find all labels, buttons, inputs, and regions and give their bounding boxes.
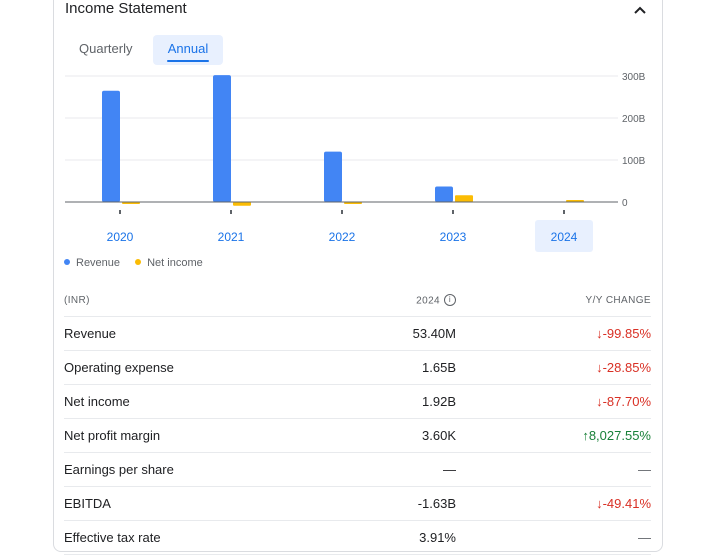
table-header: (INR) 2024 i Y/Y CHANGE [64,286,651,317]
row-label: Effective tax rate [64,530,161,545]
row-change: ↓-99.85% [596,326,651,341]
legend-dot-revenue [64,259,70,266]
y-tick-label: 200B [622,114,646,125]
table-row: Earnings per share — — [64,453,651,487]
row-change: ↑8,027.55% [582,428,651,443]
row-change-value: — [638,462,651,477]
y-tick-label: 100B [622,156,646,167]
bar-revenue [324,151,342,202]
x-tick-label: 2020 [107,230,134,244]
header-change: Y/Y CHANGE [585,295,651,306]
row-change: ↓-28.85% [596,360,651,375]
row-label: Net income [64,394,130,409]
y-tick-label: 300B [622,72,646,83]
bar-revenue [213,75,231,202]
row-label: Earnings per share [64,462,174,477]
row-value: -1.63B [417,496,456,511]
bar-net-income [455,195,473,202]
table-row: Revenue 53.40M ↓-99.85% [64,317,651,351]
row-value: 3.60K [422,428,456,443]
row-change-value: 8,027.55% [588,428,651,443]
bar-revenue [102,90,120,202]
table-row: Net income 1.92B ↓-87.70% [64,385,651,419]
x-tick-label: 2022 [329,230,356,244]
header-year: 2024 i [384,294,456,307]
row-change-value: -49.41% [602,496,651,511]
table-row: EBITDA -1.63B ↓-49.41% [64,487,651,521]
legend-dot-net-income [135,259,142,266]
row-change-value: — [638,530,651,545]
income-chart: 0 100B 200B 300B 2020 2021 2022 2023 2024 [65,72,646,252]
header-year-label: 2024 [416,295,440,307]
row-label: Net profit margin [64,428,161,443]
row-change-value: -99.85% [602,326,651,341]
bar-revenue [435,186,453,202]
row-change-value: -28.85% [602,360,651,375]
row-value: 53.40M [412,326,456,341]
tab-annual-label: Annual [167,41,209,56]
legend-label-net-income: Net income [147,257,203,269]
x-tick-label: 2023 [440,230,467,244]
row-label: Revenue [64,326,117,341]
row-label: EBITDA [64,496,111,511]
legend-label-revenue: Revenue [76,257,121,269]
info-icon[interactable]: i [444,294,456,306]
row-value: 1.92B [422,394,456,409]
row-change: ↓-87.70% [596,394,651,409]
x-tick-label: 2024 [551,230,578,244]
header-currency: (INR) [64,295,90,306]
chart-legend: Revenue Net income [64,257,215,269]
income-table: (INR) 2024 i Y/Y CHANGE Revenue 53.40M ↓-99… [64,286,651,555]
table-row: Net profit margin 3.60K ↑8,027.55% [64,419,651,453]
table-row: Operating expense 1.65B ↓-28.85% [64,351,651,385]
legend-item-net-income: Net income [135,257,203,269]
bar-net-income [233,202,251,206]
row-value: 1.65B [422,360,456,375]
y-tick-label: 0 [622,198,628,209]
row-change: ↓-49.41% [596,496,651,511]
legend-item-revenue: Revenue [64,257,120,269]
x-tick-label: 2021 [218,230,245,244]
row-change-value: -87.70% [602,394,651,409]
row-change: — [638,530,651,545]
chevron-up-icon[interactable] [630,2,650,18]
table-row: Effective tax rate 3.91% — [64,521,651,555]
row-label: Operating expense [64,360,174,375]
row-change: — [638,462,651,477]
card-title: Income Statement [65,0,187,17]
row-value: 3.91% [419,530,456,545]
row-value: — [443,462,456,477]
